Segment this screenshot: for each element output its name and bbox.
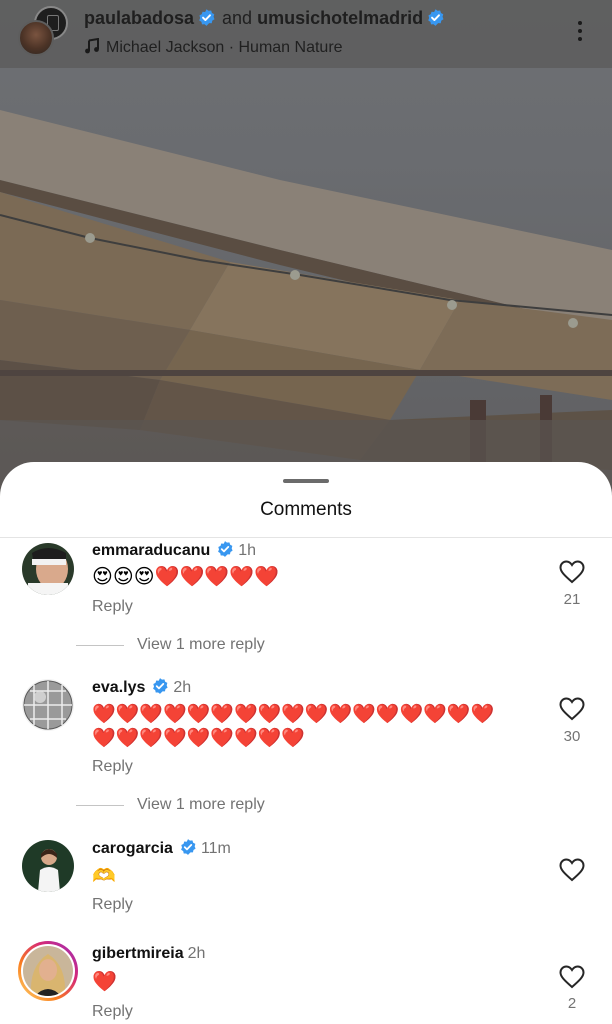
sheet-title: Comments xyxy=(260,499,352,520)
comment-username[interactable]: emmaraducanu xyxy=(92,542,210,559)
avatar[interactable] xyxy=(22,543,74,595)
avatar[interactable] xyxy=(22,840,74,892)
collab-avatar-paulabadosa[interactable] xyxy=(18,20,54,56)
comment-time: 2h xyxy=(173,679,192,696)
heart-outline-icon[interactable] xyxy=(559,858,585,882)
like-count: 2 xyxy=(567,995,577,1012)
header-username-1[interactable]: paulabadosa xyxy=(84,8,194,28)
like-count: 30 xyxy=(563,728,581,745)
reply-button[interactable]: Reply xyxy=(92,598,133,616)
music-note-icon xyxy=(85,38,99,54)
comments-sheet: Comments emmaraducanu 1h 😍😍😍❤️❤️❤️❤️❤️ Re… xyxy=(0,462,612,1024)
avatar[interactable] xyxy=(22,679,74,731)
comment-time: 2h xyxy=(187,945,206,962)
header-username-2[interactable]: umusichotelmadrid xyxy=(257,8,423,28)
divider xyxy=(0,537,612,538)
verified-badge-icon xyxy=(428,9,444,26)
comment-username[interactable]: gibertmireia xyxy=(92,945,184,962)
comment-time: 1h xyxy=(238,542,257,559)
comment-header: emmaraducanu 1h xyxy=(92,540,256,560)
drag-handle[interactable] xyxy=(283,479,329,483)
more-options-icon[interactable] xyxy=(572,18,588,46)
music-info[interactable]: Michael Jackson · Human Nature xyxy=(84,38,343,57)
reply-thread-line xyxy=(76,645,124,646)
heart-outline-icon[interactable] xyxy=(559,560,585,584)
reply-button[interactable]: Reply xyxy=(92,1003,133,1021)
avatar-story-ring[interactable] xyxy=(18,941,78,1001)
comment-text-line-1: ❤️❤️❤️❤️❤️❤️❤️❤️❤️❤️❤️❤️❤️❤️❤️❤️❤️ xyxy=(92,704,495,725)
like-count: 21 xyxy=(563,591,581,608)
comment-header: eva.lys 2h xyxy=(92,677,191,697)
comment-username[interactable]: carogarcia xyxy=(92,840,173,857)
comment-text: ❤️ xyxy=(92,971,117,993)
verified-badge-icon xyxy=(181,839,196,855)
reply-thread-line xyxy=(76,805,124,806)
header-connector: and xyxy=(222,8,253,28)
verified-badge-icon xyxy=(153,678,168,694)
comment-username[interactable]: eva.lys xyxy=(92,679,145,696)
post-image xyxy=(0,0,612,520)
comment-header: gibertmireia 2h xyxy=(92,945,205,963)
music-track: Michael Jackson · Human Nature xyxy=(106,39,343,56)
heart-outline-icon[interactable] xyxy=(559,965,585,989)
heart-outline-icon[interactable] xyxy=(559,697,585,721)
avatar xyxy=(23,946,73,996)
comment-header: carogarcia 11m xyxy=(92,838,231,858)
reply-button[interactable]: Reply xyxy=(92,758,133,776)
view-more-replies-label: View 1 more reply xyxy=(137,796,265,813)
collab-usernames: paulabadosa and umusichotelmadrid xyxy=(84,8,451,29)
comment-text-line-2: ❤️❤️❤️❤️❤️❤️❤️❤️❤️ xyxy=(92,728,305,749)
comment-text: 😍😍😍❤️❤️❤️❤️❤️ xyxy=(92,566,280,588)
post-header: paulabadosa and umusichotelmadrid Michael… xyxy=(0,0,612,68)
verified-badge-icon xyxy=(218,541,233,557)
view-more-replies-label: View 1 more reply xyxy=(137,636,265,653)
comment-time: 11m xyxy=(200,840,231,857)
reply-button[interactable]: Reply xyxy=(92,896,133,914)
verified-badge-icon xyxy=(199,9,215,26)
comment-text: 🫶 xyxy=(92,866,116,887)
